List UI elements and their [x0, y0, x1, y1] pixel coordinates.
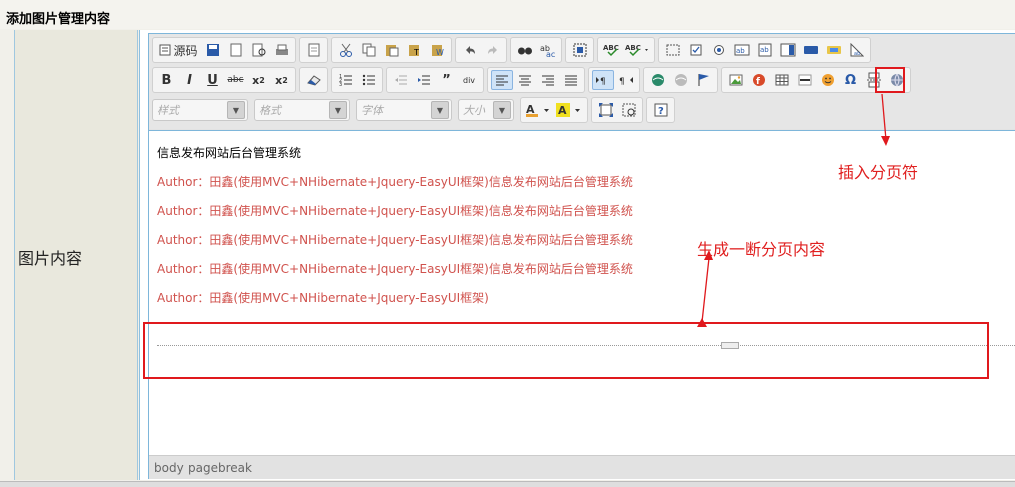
bottom-scrollbar[interactable] [0, 481, 1015, 487]
annotation-arrows [697, 93, 890, 327]
annotation-insert-pagebreak: 插入分页符 [838, 163, 919, 182]
annotation-generated-page: 生成一断分页内容 [697, 240, 826, 259]
